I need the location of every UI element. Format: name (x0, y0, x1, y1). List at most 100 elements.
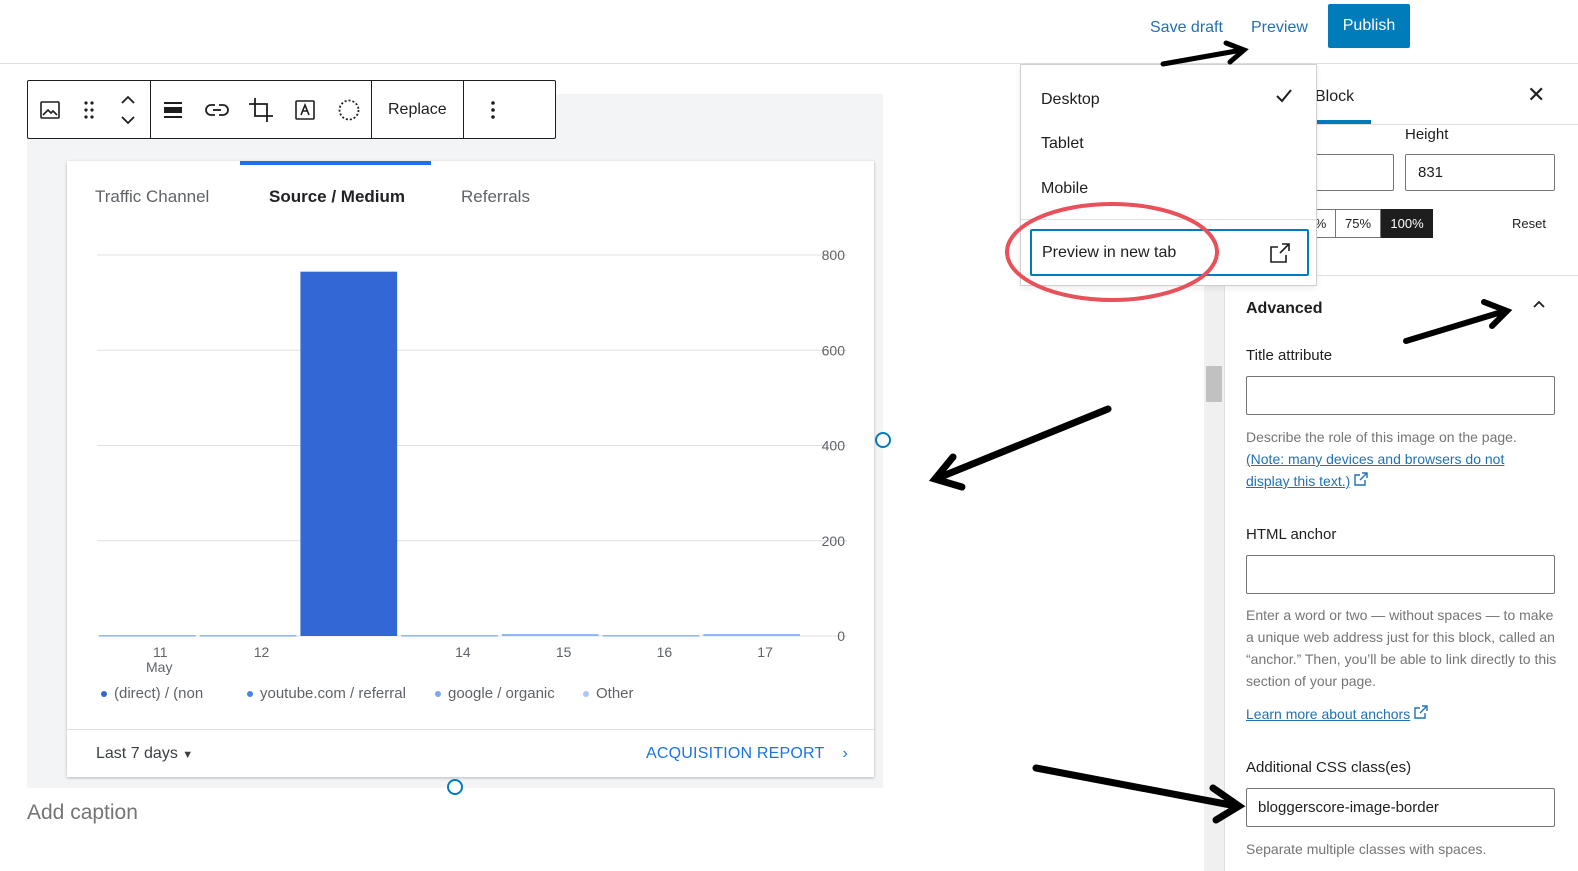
bar (99, 635, 196, 637)
css-class-help: Separate multiple classes with spaces. (1246, 841, 1487, 857)
reset-button[interactable]: Reset (1512, 216, 1546, 231)
preview-dropdown-menu: Desktop Tablet Mobile Preview in new tab (1020, 64, 1317, 286)
help-text: Describe the role of this image on the p… (1246, 429, 1517, 445)
check-icon (1275, 87, 1293, 110)
title-attribute-label: Title attribute (1246, 347, 1333, 364)
external-link-icon[interactable] (1354, 472, 1368, 489)
css-class-input[interactable] (1246, 788, 1555, 827)
analytics-screenshot-image: Traffic Channel Source / Medium Referral… (67, 161, 874, 777)
more-options-icon[interactable] (464, 81, 522, 138)
image-caption[interactable]: Add caption (27, 801, 138, 825)
y-tick-label: 800 (822, 247, 846, 263)
scrollbar-thumb[interactable] (1206, 366, 1222, 402)
y-tick-label: 600 (822, 342, 846, 358)
resize-handle-right[interactable] (875, 432, 891, 448)
x-tick-label: 12 (254, 644, 270, 660)
tab-source-medium: Source / Medium (269, 187, 406, 206)
external-link-icon[interactable] (1414, 705, 1428, 722)
legend-label: youtube.com / referral (260, 685, 406, 702)
preview-in-new-tab-label: Preview in new tab (1042, 244, 1177, 261)
title-attribute-input[interactable] (1246, 376, 1555, 415)
card-footer: Last 7 days ▼ ACQUISITION REPORT › (67, 729, 874, 777)
anchor-help-link-row: Learn more about anchors (1246, 703, 1561, 725)
bar (501, 634, 599, 636)
legend-label: Other (596, 685, 634, 702)
legend-dot (435, 691, 441, 698)
legend-label: google / organic (448, 685, 555, 702)
legend-dot (583, 691, 589, 698)
legend-item: youtube.com / referral (247, 685, 406, 702)
tab-referrals: Referrals (461, 187, 530, 206)
select-dotted-circle-icon[interactable] (327, 81, 371, 138)
acquisition-report-link: ACQUISITION REPORT › (646, 745, 848, 763)
title-help-link[interactable]: (Note: many devices and browsers do not (1246, 451, 1504, 467)
x-tick-label: 17 (757, 644, 773, 660)
close-icon[interactable]: ✕ (1527, 82, 1545, 108)
bar (300, 271, 398, 636)
annotation-arrow (928, 405, 1112, 491)
title-help-link[interactable]: display this text.) (1246, 473, 1350, 489)
y-tick-label: 0 (837, 628, 845, 644)
learn-more-anchors-link[interactable]: Learn more about anchors (1246, 706, 1410, 722)
legend-label: (direct) / (non (114, 685, 204, 702)
report-link-label: ACQUISITION REPORT (646, 745, 825, 762)
advanced-panel-title[interactable]: Advanced (1246, 300, 1322, 318)
image-icon[interactable] (28, 81, 72, 138)
text-overlay-icon[interactable] (283, 81, 327, 138)
divider (1021, 219, 1316, 220)
html-anchor-input[interactable] (1246, 555, 1555, 594)
toolbar-group-tools (151, 81, 372, 138)
active-tab-indicator (240, 161, 431, 165)
toolbar-group-more (464, 81, 522, 138)
toolbar-group-block (28, 81, 151, 138)
block-toolbar: Replace (27, 80, 556, 139)
menu-item-tablet[interactable]: Tablet (1041, 135, 1084, 153)
height-input[interactable] (1405, 154, 1555, 191)
toolbar-group-replace: Replace (372, 81, 464, 138)
legend-dot (247, 691, 253, 698)
align-icon[interactable] (151, 81, 195, 138)
legend-item: (direct) / (non (101, 685, 203, 702)
legend-item: google / organic (435, 685, 555, 702)
chevron-right-icon: › (842, 745, 848, 762)
y-tick-label: 400 (822, 438, 846, 454)
size-75-button[interactable]: 75% (1335, 209, 1381, 238)
tab-traffic-channel: Traffic Channel (95, 187, 210, 206)
move-up-down-icon[interactable] (106, 81, 150, 138)
menu-item-mobile[interactable]: Mobile (1041, 180, 1088, 198)
y-tick-label: 200 (822, 533, 846, 549)
chevron-up-icon[interactable] (1531, 296, 1547, 317)
date-range-select: Last 7 days ▼ (96, 745, 193, 763)
link-icon[interactable] (195, 81, 239, 138)
x-tick-label: 16 (657, 644, 673, 660)
css-class-label: Additional CSS class(es) (1246, 759, 1412, 776)
legend-dot (101, 691, 107, 698)
caret-down-icon: ▼ (182, 749, 194, 761)
menu-item-desktop[interactable]: Desktop (1041, 91, 1100, 109)
x-tick-label: 15 (556, 644, 572, 660)
bar (703, 634, 800, 636)
replace-button[interactable]: Replace (372, 81, 463, 138)
save-draft-button[interactable]: Save draft (1150, 19, 1223, 37)
bar (401, 635, 498, 637)
external-link-icon (1268, 241, 1292, 270)
bar (602, 635, 700, 637)
preview-button[interactable]: Preview (1251, 19, 1308, 37)
x-tick-sublabel: May (146, 659, 172, 675)
editor-header: Save draft Preview Publish (0, 0, 1578, 64)
html-anchor-help: Enter a word or two — without spaces — t… (1246, 607, 1557, 689)
publish-button[interactable]: Publish (1328, 4, 1410, 48)
tab-block[interactable]: Block (1315, 88, 1354, 106)
crop-icon[interactable] (239, 81, 283, 138)
height-label: Height (1405, 126, 1449, 143)
size-100-button[interactable]: 100% (1381, 209, 1433, 238)
bar-chart: 0 200 400 600 800 11May 12 14 15 16 17 (97, 247, 847, 675)
preview-in-new-tab-button[interactable]: Preview in new tab (1030, 229, 1309, 276)
x-tick-label: 11 (153, 644, 168, 660)
date-range-label: Last 7 days (96, 745, 178, 762)
bar (199, 635, 297, 637)
legend-item: Other (583, 685, 634, 702)
resize-handle-bottom[interactable] (447, 779, 463, 795)
html-anchor-label: HTML anchor (1246, 526, 1337, 543)
drag-handle-icon[interactable] (72, 81, 106, 138)
